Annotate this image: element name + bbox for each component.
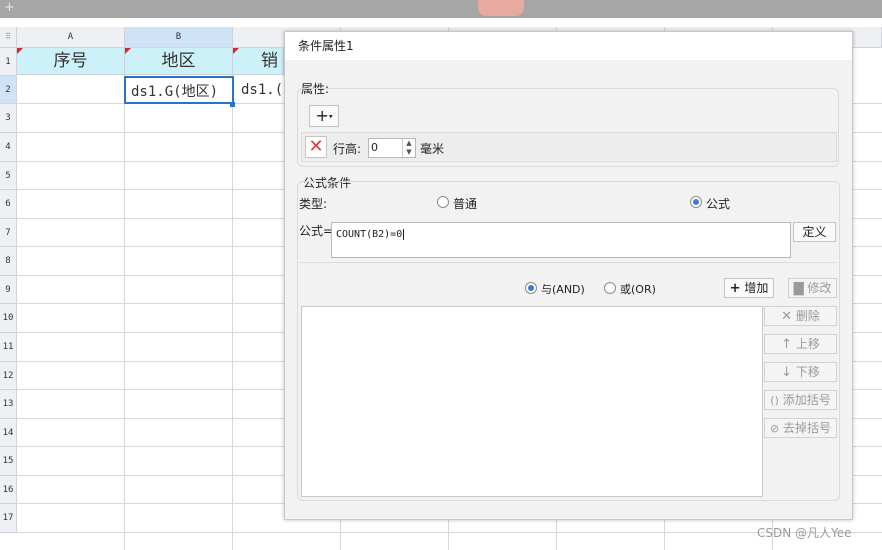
row-header-10[interactable]: 10 <box>0 304 17 333</box>
row-header-6[interactable]: 6 <box>0 190 17 219</box>
row-header-17[interactable]: 17 <box>0 504 17 533</box>
add-condition-button[interactable]: + 增加 <box>724 278 774 298</box>
row-header-13[interactable]: 13 <box>0 390 17 419</box>
formula-value: COUNT(B2)=0 <box>336 229 403 240</box>
column-header-a[interactable]: A <box>17 27 125 48</box>
add-condition-label: 增加 <box>744 281 769 295</box>
logic-or-radio[interactable] <box>604 282 616 294</box>
type-formula-radio[interactable] <box>690 196 702 208</box>
delete-label: 删除 <box>795 309 820 323</box>
formula-label: 公式= <box>299 224 334 238</box>
type-normal-radio[interactable] <box>437 196 449 208</box>
move-down-button[interactable]: ↓ 下移 <box>764 362 837 382</box>
dialog-title: 条件属性1 <box>285 32 852 60</box>
row-height-value: 0 <box>371 141 378 154</box>
row-header-9[interactable]: 9 <box>0 276 17 304</box>
delete-icon: ✕ <box>781 308 793 324</box>
define-button[interactable]: 定义 <box>793 222 836 242</box>
toolbar-strip: + <box>0 0 882 18</box>
add-bracket-label: 添加括号 <box>782 393 831 407</box>
arrow-down-icon: ↓ <box>781 364 793 380</box>
add-bracket-button[interactable]: () 添加括号 <box>764 390 837 410</box>
app-logo-icon <box>478 0 524 16</box>
edit-icon: ▇ <box>793 280 804 296</box>
row-height-spinner-icon[interactable]: ▲ ▼ <box>402 139 415 157</box>
cell-c1[interactable]: 销 <box>233 48 284 75</box>
cell-b1[interactable]: 地区 <box>125 48 233 75</box>
delete-button[interactable]: ✕ 删除 <box>764 306 837 326</box>
condition-properties-dialog: 条件属性1 属性: +▾ ✕ 行高: 0 ▲ ▼ 毫米 公式条件 类型: 普通 公… <box>284 31 853 520</box>
row-header-3[interactable]: 3 <box>0 104 17 133</box>
row-header-7[interactable]: 7 <box>0 219 17 247</box>
cell-a1[interactable]: 序号 <box>17 48 125 75</box>
grid-line <box>17 532 882 533</box>
formula-input[interactable]: COUNT(B2)=0 <box>331 222 791 258</box>
row-header-11[interactable]: 11 <box>0 333 17 362</box>
type-normal-label: 普通 <box>453 197 478 211</box>
condition-list[interactable] <box>301 306 763 497</box>
fill-handle[interactable] <box>230 102 235 107</box>
arrow-up-icon: ↑ <box>781 336 793 352</box>
watermark: CSDN @凡人Yee <box>757 526 852 540</box>
modify-label: 修改 <box>807 281 832 295</box>
add-sheet-icon[interactable]: + <box>4 0 15 15</box>
remove-bracket-button[interactable]: ⊘ 去掉括号 <box>764 418 837 438</box>
dropdown-arrow-icon: ▾ <box>328 112 333 121</box>
type-label: 类型: <box>299 197 328 211</box>
cell-marker-icon <box>17 48 23 54</box>
logic-and-label: 与(AND) <box>541 283 585 296</box>
row-header-16[interactable]: 16 <box>0 476 17 504</box>
row-header-1[interactable]: 1 <box>0 48 17 76</box>
select-all-corner[interactable]: ⠿ <box>0 27 17 48</box>
remove-bracket-label: 去掉括号 <box>783 421 832 435</box>
cell-b2[interactable]: ds1.G(地区) <box>124 76 234 104</box>
cell-marker-icon <box>125 48 131 54</box>
row-header-4[interactable]: 4 <box>0 133 17 162</box>
move-down-label: 下移 <box>795 365 820 379</box>
type-formula-label: 公式 <box>706 197 731 211</box>
move-up-button[interactable]: ↑ 上移 <box>764 334 837 354</box>
logic-and-radio[interactable] <box>525 282 537 294</box>
cell-marker-icon <box>233 48 239 54</box>
text-cursor <box>403 229 405 240</box>
column-header-b[interactable]: B <box>125 27 233 48</box>
row-height-label: 行高: <box>333 142 362 156</box>
row-header-5[interactable]: 5 <box>0 162 17 190</box>
row-header-8[interactable]: 8 <box>0 247 17 276</box>
cell-c1-text: 销 <box>261 51 278 71</box>
row-header-2[interactable]: 2 <box>0 76 17 104</box>
remove-bracket-icon: ⊘ <box>769 421 780 435</box>
cell-b1-text: 地区 <box>161 51 196 71</box>
cell-a1-text: 序号 <box>53 51 88 71</box>
modify-button[interactable]: ▇ 修改 <box>788 278 837 298</box>
plus-icon: + <box>729 280 741 296</box>
row-header-14[interactable]: 14 <box>0 419 17 447</box>
row-header-15[interactable]: 15 <box>0 447 17 476</box>
bracket-icon: () <box>770 393 779 407</box>
plus-icon: + <box>315 106 329 125</box>
cell-c2[interactable]: ds1.( <box>236 76 284 104</box>
move-up-label: 上移 <box>795 337 820 351</box>
cell-a2[interactable] <box>17 76 125 104</box>
add-property-button[interactable]: +▾ <box>309 105 339 127</box>
unit-label: 毫米 <box>420 142 445 156</box>
logic-or-label: 或(OR) <box>620 283 656 296</box>
remove-property-icon[interactable]: ✕ <box>305 136 327 158</box>
separator <box>299 262 837 263</box>
row-header-12[interactable]: 12 <box>0 362 17 390</box>
